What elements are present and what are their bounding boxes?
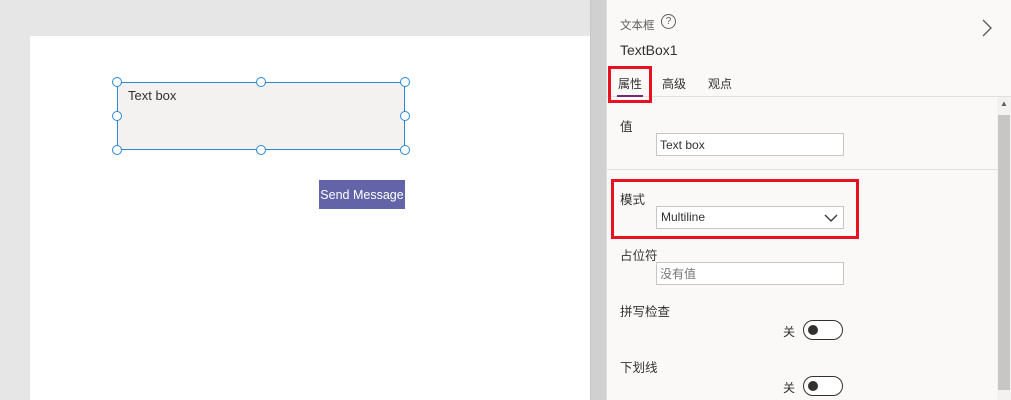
- resize-handle-bottom-right[interactable]: [400, 145, 410, 155]
- send-message-button[interactable]: Send Message: [319, 180, 405, 209]
- spellcheck-toggle[interactable]: [803, 320, 843, 340]
- placeholder-label: 占位符: [620, 249, 658, 263]
- scroll-up-icon[interactable]: ▲: [1000, 99, 1008, 108]
- resize-handle-bottom[interactable]: [256, 145, 266, 155]
- tab-advanced[interactable]: 高级: [662, 75, 686, 92]
- section-divider: [607, 169, 997, 170]
- panel-scrollbar[interactable]: ▲: [997, 97, 1011, 400]
- help-icon[interactable]: ?: [661, 14, 676, 29]
- resize-handle-bottom-left[interactable]: [112, 145, 122, 155]
- resize-handle-top-right[interactable]: [400, 77, 410, 87]
- value-input[interactable]: [656, 133, 844, 156]
- mode-label: 模式: [620, 193, 646, 207]
- toggle-knob: [808, 325, 818, 335]
- textbox-control[interactable]: Text box: [117, 82, 405, 150]
- toggle-knob: [808, 381, 818, 391]
- mode-dropdown[interactable]: Multiline: [656, 206, 844, 229]
- resize-handle-left[interactable]: [112, 111, 122, 121]
- canvas-workspace: Text box Send Message: [0, 0, 590, 400]
- tab-ideas[interactable]: 观点: [708, 75, 732, 92]
- underline-label: 下划线: [620, 361, 658, 375]
- value-label: 值: [620, 120, 633, 134]
- chevron-right-icon[interactable]: [981, 18, 993, 44]
- pane-splitter[interactable]: [590, 0, 606, 400]
- mode-selected-value: Multiline: [661, 210, 706, 224]
- resize-handle-right[interactable]: [400, 111, 410, 121]
- placeholder-input[interactable]: [656, 262, 844, 285]
- control-type-label: 文本框: [620, 20, 655, 32]
- textbox-text: Text box: [128, 88, 177, 103]
- spellcheck-label: 拼写检查: [620, 305, 671, 319]
- resize-handle-top[interactable]: [256, 77, 266, 87]
- underline-toggle[interactable]: [803, 376, 843, 396]
- resize-handle-top-left[interactable]: [112, 77, 122, 87]
- spellcheck-state: 关: [783, 325, 796, 339]
- property-tabs: 属性 高级 观点: [607, 70, 1011, 97]
- control-name[interactable]: TextBox1: [620, 42, 678, 58]
- chevron-down-icon: [824, 214, 838, 222]
- tab-properties[interactable]: 属性: [616, 75, 644, 97]
- properties-panel: 文本框 ? TextBox1 属性 高级 观点 ▲ 值 模式 Multiline…: [606, 0, 1011, 400]
- underline-state: 关: [783, 381, 796, 395]
- scroll-thumb[interactable]: [998, 115, 1010, 390]
